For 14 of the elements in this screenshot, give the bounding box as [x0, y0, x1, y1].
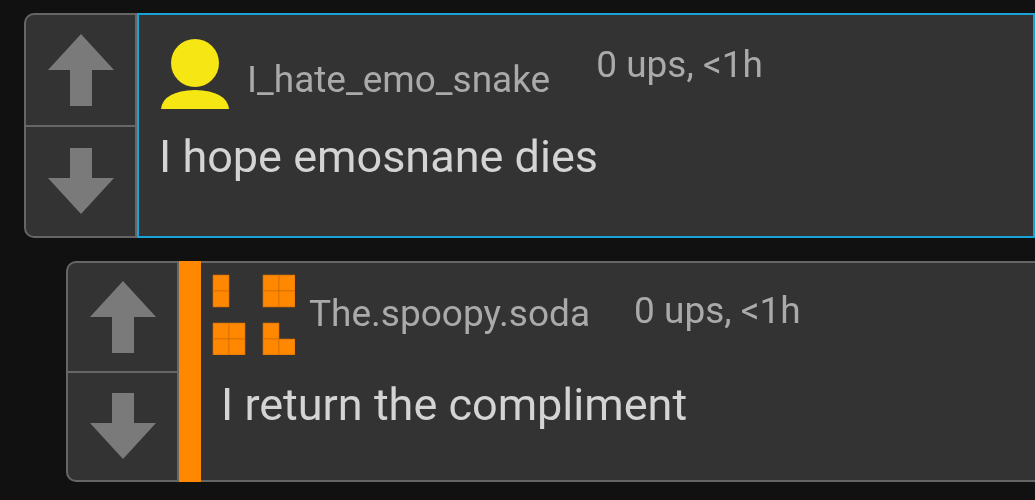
up-arrow-icon — [47, 33, 114, 106]
downvote-button[interactable] — [66, 370, 179, 482]
down-arrow-icon — [47, 148, 114, 215]
down-arrow-icon — [89, 393, 156, 460]
upvote-button[interactable] — [66, 261, 179, 371]
upvote-button[interactable] — [24, 13, 137, 125]
up-arrow-icon — [89, 280, 156, 353]
comment-meta: 0 ups, <1h — [596, 42, 763, 88]
comment-meta: 0 ups, <1h — [634, 288, 801, 335]
comment-text: I hope emosnane dies — [158, 128, 599, 185]
username[interactable]: I_hate_emo_snake — [247, 52, 551, 108]
comment-text: I return the compliment — [220, 377, 689, 433]
downvote-button[interactable] — [24, 124, 137, 238]
username[interactable]: The.spoopy.soda — [309, 286, 590, 342]
